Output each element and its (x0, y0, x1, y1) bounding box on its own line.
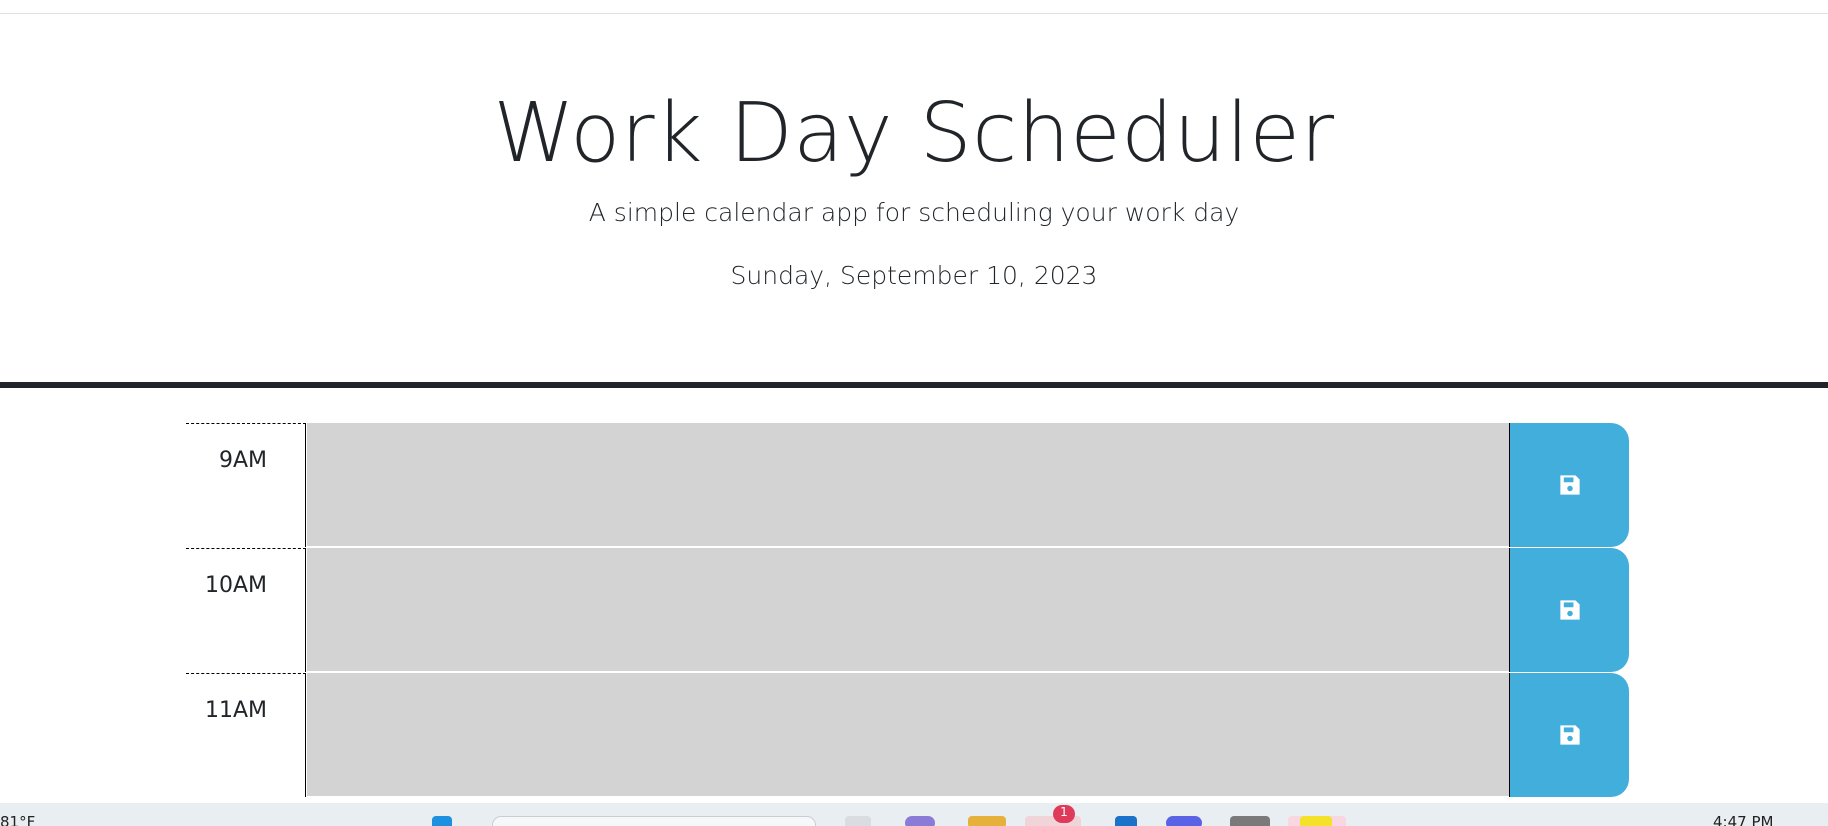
task-description-input[interactable] (307, 423, 1509, 547)
page-header: Work Day Scheduler A simple calendar app… (0, 14, 1828, 388)
floppy-disk-icon (1559, 600, 1580, 620)
save-button[interactable] (1509, 673, 1629, 797)
app-icon[interactable] (1166, 816, 1202, 826)
save-button[interactable] (1509, 423, 1629, 547)
vscode-icon[interactable] (1115, 816, 1137, 826)
task-description-input[interactable] (307, 673, 1509, 797)
page-title: Work Day Scheduler (493, 86, 1335, 181)
hour-label: 11AM (186, 673, 306, 797)
task-description-input[interactable] (307, 548, 1509, 672)
time-block: 10AM (186, 548, 1629, 673)
taskbar-search-box[interactable] (492, 816, 816, 826)
current-day: Sunday, September 10, 2023 (730, 261, 1098, 290)
file-explorer-icon[interactable] (968, 816, 1006, 826)
app-icon[interactable] (905, 816, 935, 826)
save-button[interactable] (1509, 548, 1629, 672)
os-taskbar: 81°F 1 4:47 PM (0, 803, 1828, 826)
hour-label: 10AM (186, 548, 306, 672)
floppy-disk-icon (1559, 725, 1580, 745)
weather-widget[interactable]: 81°F (0, 813, 35, 826)
hour-label: 9AM (186, 423, 306, 547)
windows-start-icon[interactable] (432, 816, 452, 826)
floppy-disk-icon (1559, 475, 1580, 495)
taskbar-clock[interactable]: 4:47 PM (1713, 813, 1773, 826)
app-icon[interactable] (1230, 816, 1270, 826)
notification-badge: 1 (1053, 805, 1075, 823)
time-block-list: 9AM 10AM 11AM (186, 423, 1629, 798)
sticky-notes-icon[interactable] (1300, 816, 1332, 826)
app-icon[interactable] (845, 816, 871, 826)
time-block: 9AM (186, 423, 1629, 548)
time-block: 11AM (186, 673, 1629, 798)
page-subtitle: A simple calendar app for scheduling you… (588, 198, 1240, 227)
